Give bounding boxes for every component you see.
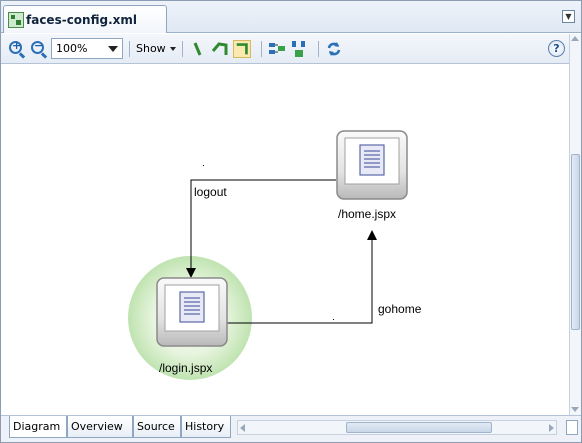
bottom-tab-bar: Diagram Overview Source History	[1, 415, 581, 442]
faces-config-icon	[8, 11, 24, 28]
refresh-icon[interactable]	[325, 40, 343, 58]
case-label-logout[interactable]: logout	[194, 185, 227, 199]
orthogonal-line-icon[interactable]	[232, 39, 251, 58]
vertical-scrollbar[interactable]	[569, 34, 581, 416]
zoom-in-icon[interactable]	[9, 39, 22, 54]
editor-tab-faces-config[interactable]: faces-config.xml	[3, 5, 167, 33]
node-home[interactable]	[336, 130, 408, 200]
scroll-down-icon[interactable]	[571, 407, 579, 412]
scroll-up-icon[interactable]	[571, 36, 579, 41]
editor-window: faces-config.xml ▼ 100% Show	[0, 0, 582, 443]
tab-list-dropdown-icon[interactable]: ▼	[562, 10, 575, 23]
scroll-right-icon[interactable]	[549, 424, 554, 432]
zoom-level-select[interactable]: 100%	[51, 38, 123, 59]
split-view-button[interactable]	[566, 420, 578, 435]
node-login[interactable]	[156, 277, 228, 347]
toolbar-separator	[260, 40, 262, 57]
horizontal-scrollbar[interactable]	[237, 420, 557, 435]
straight-line-icon[interactable]	[189, 40, 207, 58]
layout-horizontal-icon[interactable]	[268, 40, 286, 58]
polyline-icon[interactable]	[211, 40, 229, 58]
layout-vertical-icon[interactable]	[290, 40, 308, 58]
case-label-gohome[interactable]: gohome	[378, 302, 421, 316]
chevron-down-icon	[108, 46, 118, 52]
diagram-svg	[128, 130, 408, 380]
tab-source[interactable]: Source	[133, 416, 181, 438]
editor-tab-strip: faces-config.xml ▼	[1, 1, 581, 33]
zoom-out-icon[interactable]	[31, 39, 44, 54]
zoom-level-value: 100%	[56, 42, 88, 55]
scroll-left-icon[interactable]	[240, 424, 245, 432]
diagram-toolbar: 100% Show	[1, 34, 581, 64]
toolbar-separator	[317, 40, 319, 57]
toolbar-separator	[181, 40, 183, 57]
tab-diagram[interactable]: Diagram	[9, 416, 67, 438]
caret-down-icon	[169, 46, 176, 51]
node-home-label: /home.jspx	[338, 207, 397, 221]
canvas-dot	[333, 319, 334, 320]
horizontal-scroll-thumb[interactable]	[346, 422, 492, 433]
help-icon[interactable]: ?	[548, 40, 565, 57]
canvas-dot	[203, 165, 204, 166]
show-menu-button[interactable]: Show	[136, 42, 176, 55]
vertical-scroll-thumb[interactable]	[571, 154, 580, 330]
toolbar-separator	[129, 40, 130, 57]
show-menu-label: Show	[136, 42, 166, 55]
node-login-label: /login.jspx	[159, 361, 213, 375]
tab-history[interactable]: History	[181, 416, 231, 438]
tab-overview[interactable]: Overview	[67, 416, 133, 438]
diagram-canvas[interactable]: /home.jspx /login.jspx logout gohome	[1, 65, 569, 415]
editor-tab-label: faces-config.xml	[26, 12, 137, 27]
